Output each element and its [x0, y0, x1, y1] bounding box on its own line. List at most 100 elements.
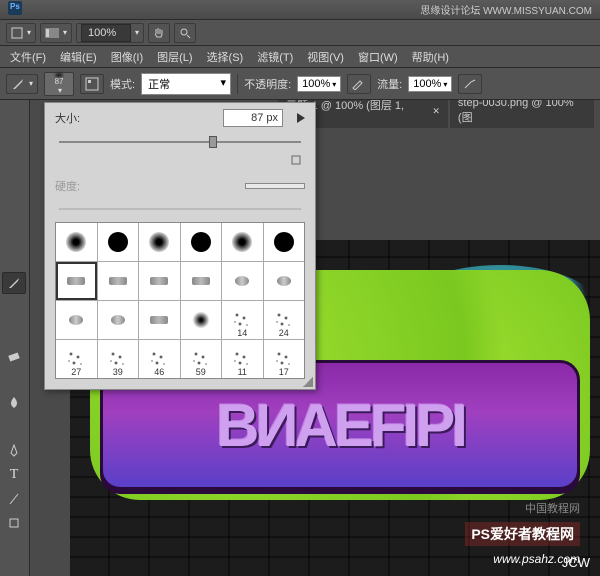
tool-wand[interactable]: [2, 176, 26, 198]
brush-preset-cell[interactable]: [98, 301, 139, 339]
tablet-opacity-button[interactable]: [347, 74, 371, 94]
brush-shape-icon: [235, 276, 249, 286]
flow-field[interactable]: 100%: [408, 76, 452, 92]
tab-document-2[interactable]: step-0030.png @ 100% (图: [450, 100, 594, 128]
tool-crop[interactable]: [2, 200, 26, 222]
tool-options-bar: 87 模式: 正常 不透明度: 100% 流量: 100%: [0, 68, 600, 100]
canvas-area: 示题-1 @ 100% (图层 1, RG...✕ step-0030.png …: [30, 100, 600, 576]
size-slider[interactable]: [59, 135, 301, 149]
tool-brush[interactable]: [2, 272, 26, 294]
brush-size-number: 27: [71, 367, 81, 377]
tool-gradient[interactable]: [2, 368, 26, 390]
brush-size-number: 14: [237, 328, 247, 338]
brush-preset-cell[interactable]: [181, 301, 222, 339]
resize-corner-icon[interactable]: [303, 377, 313, 387]
menu-filter[interactable]: 滤镜(T): [251, 46, 299, 68]
brush-preset-cell[interactable]: 27: [56, 340, 97, 378]
menu-window[interactable]: 窗口(W): [352, 46, 404, 68]
brush-preset-picker[interactable]: 87: [44, 72, 74, 96]
tools-panel: T: [0, 100, 30, 576]
brush-shape-icon: [149, 349, 169, 369]
play-icon[interactable]: [297, 113, 305, 123]
brush-size-number: 46: [154, 367, 164, 377]
brush-preset-cell[interactable]: 17: [264, 340, 305, 378]
zoom-tool-button[interactable]: [174, 23, 196, 43]
tool-stamp[interactable]: [2, 296, 26, 318]
slider-thumb[interactable]: [209, 136, 217, 148]
brush-preset-cell[interactable]: [56, 223, 97, 261]
tool-heal[interactable]: [2, 248, 26, 270]
brush-preset-cell[interactable]: [264, 262, 305, 300]
opacity-field[interactable]: 100%: [297, 76, 341, 92]
tab-2-label: step-0030.png @ 100% (图: [458, 100, 586, 125]
menu-select[interactable]: 选择(S): [201, 46, 250, 68]
airbrush-button[interactable]: [458, 74, 482, 94]
brush-shape-icon: [150, 277, 168, 285]
tool-type[interactable]: T: [2, 464, 26, 486]
brush-preset-grid: 14 24 27 39 46 5911 17: [55, 222, 305, 379]
brush-preset-cell[interactable]: [98, 262, 139, 300]
slider-track: [59, 141, 301, 143]
tool-move[interactable]: [2, 104, 26, 126]
tool-marquee[interactable]: [2, 128, 26, 150]
hardness-slider: [59, 202, 301, 216]
new-preset-icon[interactable]: [291, 155, 301, 165]
tool-eyedropper[interactable]: [2, 224, 26, 246]
tool-eraser[interactable]: [2, 344, 26, 366]
zoom-dropdown[interactable]: 100%: [76, 23, 144, 43]
zoom-value[interactable]: 100%: [81, 24, 131, 42]
brush-shape-icon: [67, 277, 85, 285]
menu-image[interactable]: 图像(I): [105, 46, 149, 68]
tool-blur[interactable]: [2, 392, 26, 414]
hardness-label: 硬度:: [55, 178, 105, 194]
hand-tool-button[interactable]: [148, 23, 170, 43]
brush-preset-cell[interactable]: [264, 223, 305, 261]
brush-shape-icon: [232, 232, 252, 252]
blend-mode-select[interactable]: 正常: [141, 73, 231, 95]
brush-shape-icon: [149, 232, 169, 252]
brush-preset-cell[interactable]: 59: [181, 340, 222, 378]
brush-shape-icon: [66, 349, 86, 369]
menu-view[interactable]: 视图(V): [301, 46, 350, 68]
brush-shape-icon: [232, 310, 252, 330]
menu-file[interactable]: 文件(F): [4, 46, 52, 68]
brush-shape-icon: [274, 232, 294, 252]
brush-preset-cell[interactable]: [222, 223, 263, 261]
brush-preset-cell[interactable]: [139, 262, 180, 300]
brush-preset-cell[interactable]: 39: [98, 340, 139, 378]
brush-preset-cell[interactable]: 46: [139, 340, 180, 378]
brush-preset-cell[interactable]: [98, 223, 139, 261]
tool-lasso[interactable]: [2, 152, 26, 174]
tool-dodge[interactable]: [2, 416, 26, 438]
hardness-field: [245, 183, 305, 189]
brush-shape-icon: [232, 349, 252, 369]
brush-size-number: 24: [279, 328, 289, 338]
tool-shape[interactable]: [2, 512, 26, 534]
brush-shape-icon: [69, 315, 83, 325]
brush-shape-icon: [108, 232, 128, 252]
brush-preset-cell[interactable]: [222, 262, 263, 300]
brush-preset-cell[interactable]: [139, 223, 180, 261]
menu-layer[interactable]: 图层(L): [151, 46, 198, 68]
size-field[interactable]: 87 px: [223, 109, 283, 127]
menu-edit[interactable]: 编辑(E): [54, 46, 103, 68]
brush-preset-cell[interactable]: [56, 262, 97, 300]
launch-bridge-button[interactable]: [6, 23, 36, 43]
view-extras-button[interactable]: [40, 23, 72, 43]
brush-preset-panel: 大小: 87 px 硬度: 1424273946591117: [44, 102, 316, 390]
tool-preset-picker[interactable]: [6, 74, 38, 94]
tool-pen[interactable]: [2, 440, 26, 462]
tool-path[interactable]: [2, 488, 26, 510]
brush-panel-toggle[interactable]: [80, 74, 104, 94]
brush-size-number: 17: [279, 367, 289, 377]
brush-preset-cell[interactable]: 14: [222, 301, 263, 339]
menu-help[interactable]: 帮助(H): [406, 46, 455, 68]
brush-preset-cell[interactable]: 24: [264, 301, 305, 339]
brush-preset-cell[interactable]: [56, 301, 97, 339]
brush-preset-cell[interactable]: [181, 262, 222, 300]
tool-history[interactable]: [2, 320, 26, 342]
brush-preset-cell[interactable]: [139, 301, 180, 339]
brush-preset-cell[interactable]: 11: [222, 340, 263, 378]
brush-preset-cell[interactable]: [181, 223, 222, 261]
close-icon[interactable]: ✕: [432, 106, 440, 117]
